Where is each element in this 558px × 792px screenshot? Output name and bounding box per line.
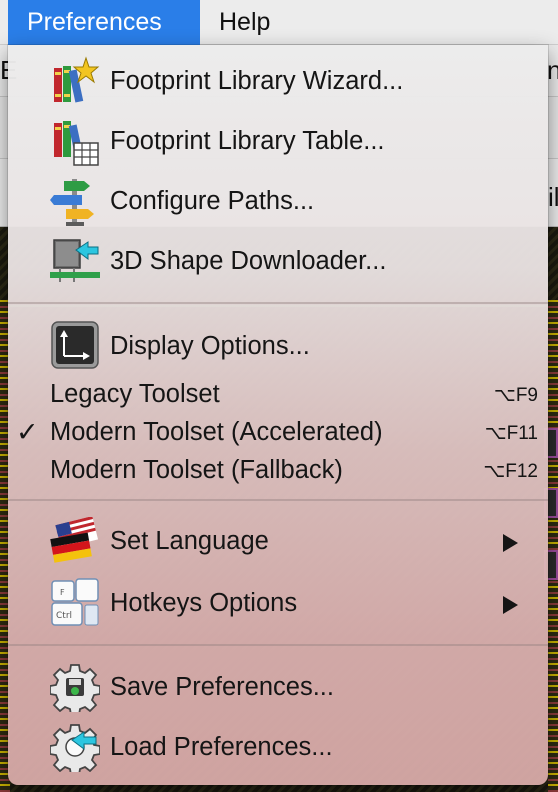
menu-item-label: Footprint Library Wizard... — [110, 67, 404, 95]
menu-item-label: 3D Shape Downloader... — [110, 247, 387, 275]
menu-item-modern-toolset-fallback[interactable]: Modern Toolset (Fallback) ⌥F12 — [8, 453, 548, 489]
checkmark-icon: ✓ — [16, 417, 39, 447]
menu-item-footprint-library-wizard[interactable]: Footprint Library Wizard... — [8, 53, 548, 113]
load-gear-icon — [49, 722, 101, 776]
menu-item-label: Hotkeys Options — [110, 589, 298, 617]
menu-separator — [8, 499, 548, 501]
hotkey-key-label: F — [60, 588, 65, 597]
language-flag-icon — [50, 516, 100, 567]
menu-item-set-language[interactable]: Set Language — [8, 511, 548, 573]
display-options-icon — [50, 320, 100, 370]
preferences-dropdown-menu: Footprint Library Wizard... Footprint Li… — [8, 45, 548, 785]
keyboard-shortcut: ⌥F9 — [493, 385, 538, 406]
menu-item-label: Footprint Library Table... — [110, 127, 385, 155]
save-gear-icon — [49, 662, 101, 716]
submenu-arrow-icon — [503, 534, 518, 552]
keyboard-shortcut: ⌥F11 — [484, 423, 538, 444]
menu-item-display-options[interactable]: Display Options... — [8, 315, 548, 377]
background-edge-letter: il — [548, 182, 558, 212]
keyboard-shortcut: ⌥F12 — [483, 461, 538, 482]
signpost-icon — [50, 177, 100, 227]
menu-separator — [8, 644, 548, 646]
menu-item-label: Set Language — [110, 527, 269, 555]
menu-item-label: Modern Toolset (Fallback) — [50, 456, 343, 484]
menubar-preferences[interactable]: Preferences — [8, 0, 200, 45]
menu-item-configure-paths[interactable]: Configure Paths... — [8, 173, 548, 233]
menu-item-footprint-library-table[interactable]: Footprint Library Table... — [8, 113, 548, 173]
pcb-trace — [548, 300, 558, 792]
background-edge-letter: n — [547, 55, 558, 85]
submenu-arrow-icon — [503, 596, 518, 614]
library-wizard-icon — [50, 56, 100, 106]
menu-item-hotkeys-options[interactable]: F Ctrl Hotkeys Options — [8, 573, 548, 635]
menu-separator — [8, 302, 548, 304]
menu-item-save-preferences[interactable]: Save Preferences... — [8, 657, 548, 717]
hotkeys-icon: F Ctrl — [50, 577, 100, 627]
menu-item-label: Display Options... — [110, 332, 310, 360]
menubar-help[interactable]: Help — [200, 0, 289, 45]
menu-item-label: Save Preferences... — [110, 673, 334, 701]
menu-bar: Preferences Help — [0, 0, 558, 45]
menu-item-label: Configure Paths... — [110, 187, 315, 215]
menu-item-legacy-toolset[interactable]: Legacy Toolset ⌥F9 — [8, 377, 548, 413]
menu-item-load-preferences[interactable]: Load Preferences... — [8, 717, 548, 777]
menu-item-label: Modern Toolset (Accelerated) — [50, 418, 383, 446]
menu-item-label: Legacy Toolset — [50, 380, 220, 408]
menu-item-3d-shape-downloader[interactable]: 3D Shape Downloader... — [8, 233, 548, 295]
hotkey-key-label: Ctrl — [56, 611, 72, 621]
3d-download-icon — [50, 236, 100, 286]
library-table-icon — [50, 117, 100, 167]
menu-item-modern-toolset-accelerated[interactable]: ✓ Modern Toolset (Accelerated) ⌥F11 — [8, 415, 548, 451]
menu-item-label: Load Preferences... — [110, 733, 333, 761]
